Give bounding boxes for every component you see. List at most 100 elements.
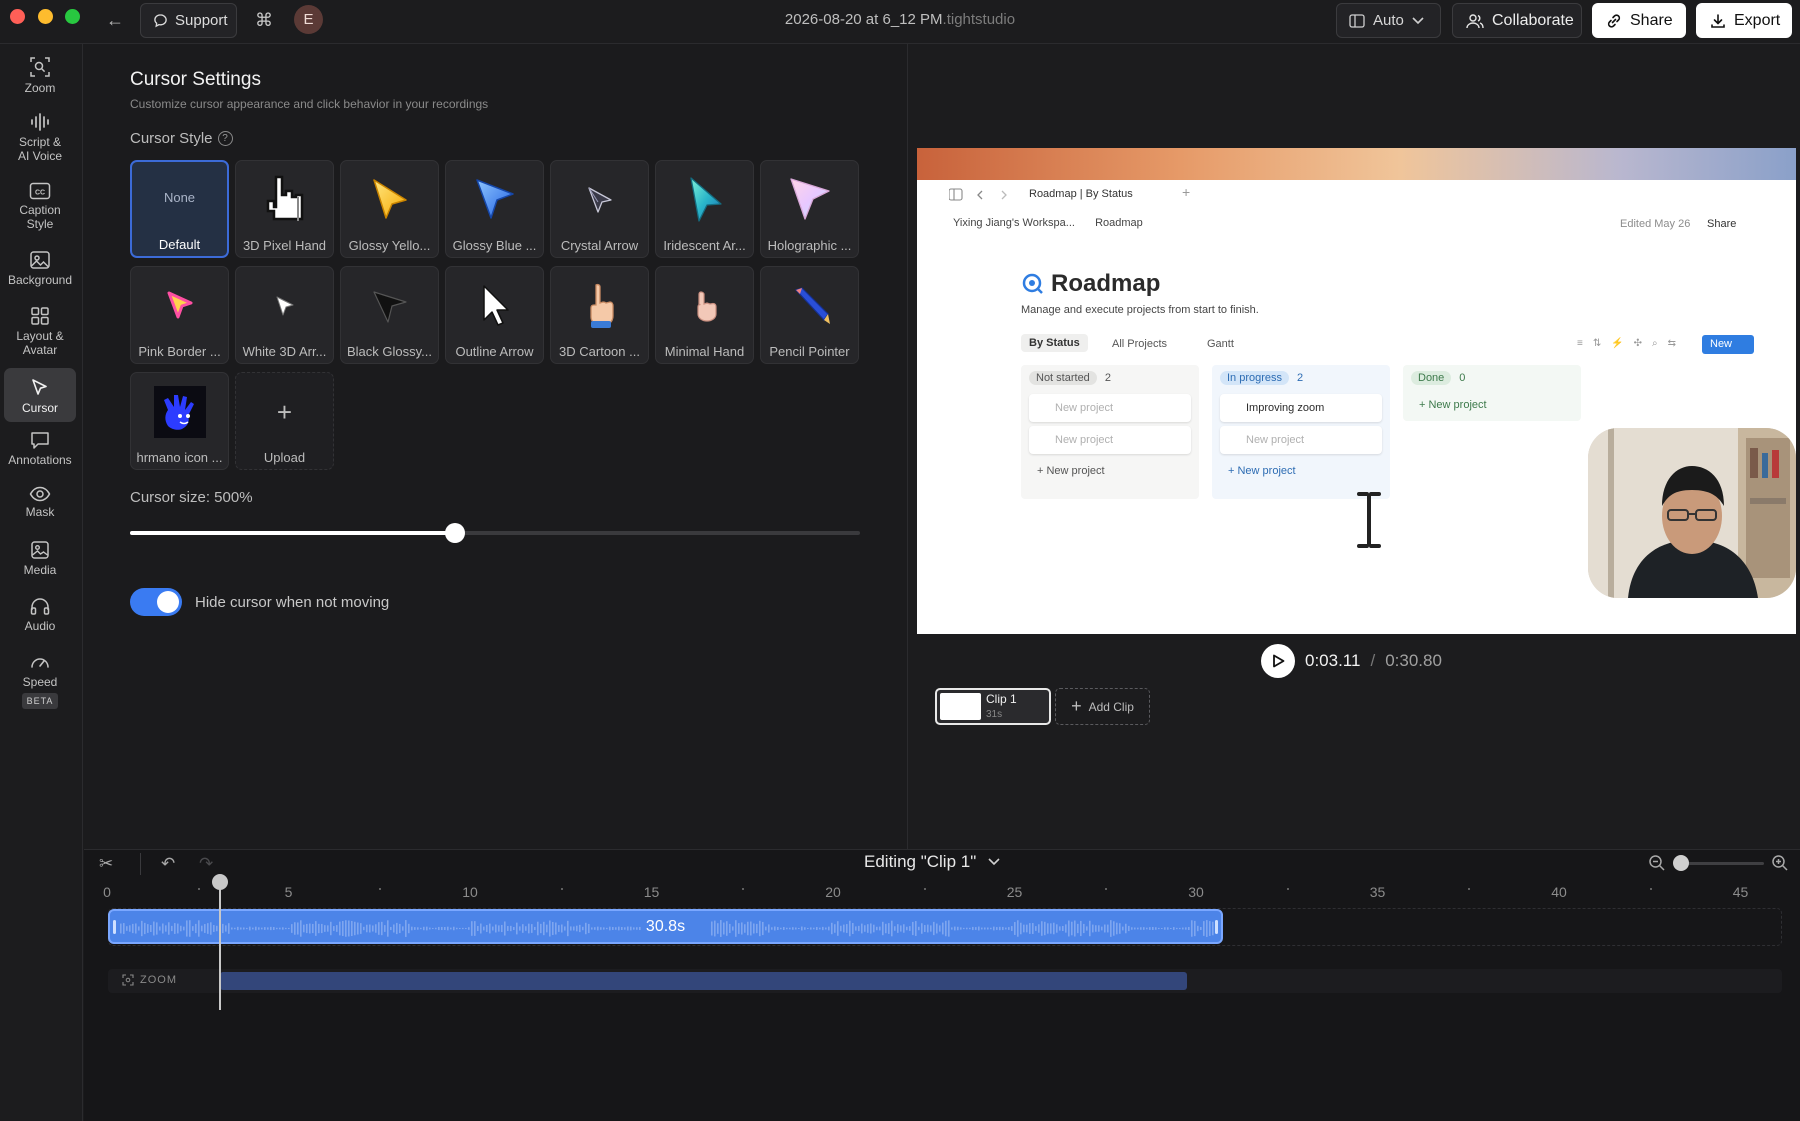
timeline-tick-dot [1286, 888, 1289, 890]
zoom-track: ZOOM [108, 969, 1782, 993]
cursor-option-minimal-hand[interactable]: Minimal Hand [655, 266, 754, 364]
sidebar-item-audio[interactable]: Audio [4, 596, 76, 646]
collaborate-button[interactable]: Collaborate [1452, 3, 1582, 38]
editing-clip-label: Editing "Clip 1" [864, 852, 977, 871]
cursor-option-label: Black Glossy... [346, 344, 432, 359]
cursor-option-3d-cartoon[interactable]: 3D Cartoon ... [550, 266, 649, 364]
cursor-option-default[interactable]: None Default [130, 160, 229, 258]
redo-icon[interactable]: ↷ [199, 854, 213, 874]
cursor-style-heading: Cursor Style ? [130, 130, 233, 147]
cursor-option-holographic[interactable]: Holographic ... [760, 160, 859, 258]
layout-auto-dropdown[interactable]: Auto [1336, 3, 1441, 38]
media-icon [31, 541, 49, 559]
cursor-option-white-3d-arrow[interactable]: White 3D Arr... [235, 266, 334, 364]
cursor-option-label: Glossy Yello... [348, 238, 431, 253]
sidebar-item-label: Cursor [21, 401, 58, 415]
timeline-tick-dot [1649, 888, 1652, 890]
cursor-option-glossy-yellow[interactable]: Glossy Yello... [340, 160, 439, 258]
cursor-option-label: Default [158, 237, 201, 252]
support-button[interactable]: Support [140, 3, 237, 38]
clip-selector[interactable]: Editing "Clip 1" [864, 852, 1000, 872]
eye-icon [29, 486, 51, 502]
sidebar-item-background[interactable]: Background [4, 250, 76, 300]
timeline-tick-label: 30 [1188, 884, 1204, 900]
hide-cursor-toggle[interactable] [130, 588, 182, 616]
sidebar-item-media[interactable]: Media [4, 540, 76, 590]
hrmano-hand-icon [153, 386, 206, 438]
cursor-option-glossy-blue[interactable]: Glossy Blue ... [445, 160, 544, 258]
cursor-option-outline-arrow[interactable]: Outline Arrow [445, 266, 544, 364]
slider-handle[interactable] [444, 523, 465, 543]
command-icon[interactable]: ⌘ [252, 7, 276, 33]
sidebar-item-label: Zoom [24, 81, 56, 95]
video-preview[interactable]: Roadmap | By Status + Yixing Jiang's Wor… [917, 148, 1796, 634]
avatar[interactable]: E [294, 5, 323, 34]
cursor-option-pink-border[interactable]: Pink Border ... [130, 266, 229, 364]
add-project-label: New project [1046, 465, 1105, 477]
maximize-window-button[interactable] [65, 9, 80, 24]
sidebar-item-zoom[interactable]: Zoom [4, 56, 76, 102]
cursor-option-iridescent-arrow[interactable]: Iridescent Ar... [655, 160, 754, 258]
notion-share: Share [1707, 218, 1737, 230]
help-icon[interactable]: ? [217, 131, 233, 146]
scissors-icon[interactable]: ✂ [99, 854, 113, 874]
zoom-track-header: ZOOM [122, 974, 177, 986]
app-window: ← Support ⌘ E 2026-08-20 at 6_12 PM.tigh… [0, 0, 1800, 1121]
download-icon [1711, 13, 1725, 28]
undo-icon[interactable]: ↶ [161, 854, 175, 874]
gauge-icon [31, 658, 49, 668]
playback-controls: 0:03.11 / 0:30.80 [1261, 644, 1442, 678]
cursor-size-slider[interactable] [130, 523, 860, 543]
sidebar-item-speed[interactable]: Speed BETA [4, 652, 76, 718]
status-badge: Not started [1029, 371, 1097, 385]
back-arrow-icon[interactable]: ← [104, 8, 126, 32]
close-window-button[interactable] [10, 9, 25, 24]
add-clip-label: Add Clip [1088, 699, 1134, 714]
sidebar-item-script-ai-voice[interactable]: Script & AI Voice [4, 112, 76, 172]
cursor-option-crystal-arrow[interactable]: Crystal Arrow [550, 160, 649, 258]
sidebar-item-label: Media [23, 563, 57, 577]
i-beam-cursor-icon [1357, 492, 1381, 548]
audio-clip-duration: 30.8s [645, 918, 686, 935]
sidebar-item-cursor[interactable]: Cursor [4, 368, 76, 422]
yellow-arrow-icon [372, 179, 407, 219]
cursor-upload-button[interactable]: + Upload [235, 372, 334, 470]
sidebar-item-annotations[interactable]: Annotations [4, 430, 76, 480]
audio-clip[interactable]: 30.8s [108, 909, 1223, 944]
cursor-option-black-glossy[interactable]: Black Glossy... [340, 266, 439, 364]
share-button[interactable]: Share [1592, 3, 1686, 38]
sidebar-item-label: Speed [22, 675, 58, 689]
zoom-out-icon[interactable] [1648, 854, 1666, 872]
clip-thumbnail-clip-1[interactable]: Clip 1 31s [935, 688, 1051, 725]
sidebar-item-mask[interactable]: Mask [4, 486, 76, 536]
sidebar-item-layout-avatar[interactable]: Layout & Avatar [4, 306, 76, 368]
play-button[interactable] [1261, 644, 1295, 678]
playhead-handle[interactable] [212, 874, 228, 890]
sidebar: Zoom Script & AI Voice CC Caption Style … [0, 44, 83, 1121]
pixel-hand-icon [266, 175, 303, 221]
cursor-option-label: Pink Border ... [138, 344, 221, 359]
add-clip-button[interactable]: + Add Clip [1055, 688, 1150, 725]
export-button[interactable]: Export [1696, 3, 1792, 38]
status-badge: In progress [1220, 371, 1290, 385]
zoom-segment[interactable] [220, 972, 1187, 990]
crystal-arrow-icon [587, 187, 612, 213]
timeline-tick-label: 5 [284, 884, 293, 900]
blue-arrow-icon [475, 179, 514, 219]
cursor-option-label: White 3D Arr... [242, 344, 327, 359]
timeline-zoom-slider[interactable] [1678, 862, 1764, 865]
cursor-option-label: Minimal Hand [664, 344, 745, 359]
cursor-option-hrmano-icon[interactable]: hrmano icon ... [130, 372, 229, 470]
notion-toolbar-icons: ≡⇅⚡✣⌕⇆ [1577, 338, 1687, 349]
zoom-in-icon[interactable] [1771, 854, 1789, 872]
timeline-zoom-handle[interactable] [1673, 855, 1689, 871]
minimize-window-button[interactable] [38, 9, 53, 24]
sidebar-item-caption-style[interactable]: CC Caption Style [4, 182, 76, 242]
cursor-option-pencil-pointer[interactable]: Pencil Pointer [760, 266, 859, 364]
cursor-option-3d-pixel-hand[interactable]: 3D Pixel Hand [235, 160, 334, 258]
pink-arrow-icon [167, 291, 192, 319]
add-project-link: + New project [1037, 465, 1105, 477]
minimal-hand-icon [696, 291, 717, 322]
webcam-overlay [1588, 428, 1796, 598]
playhead[interactable] [219, 876, 221, 1010]
